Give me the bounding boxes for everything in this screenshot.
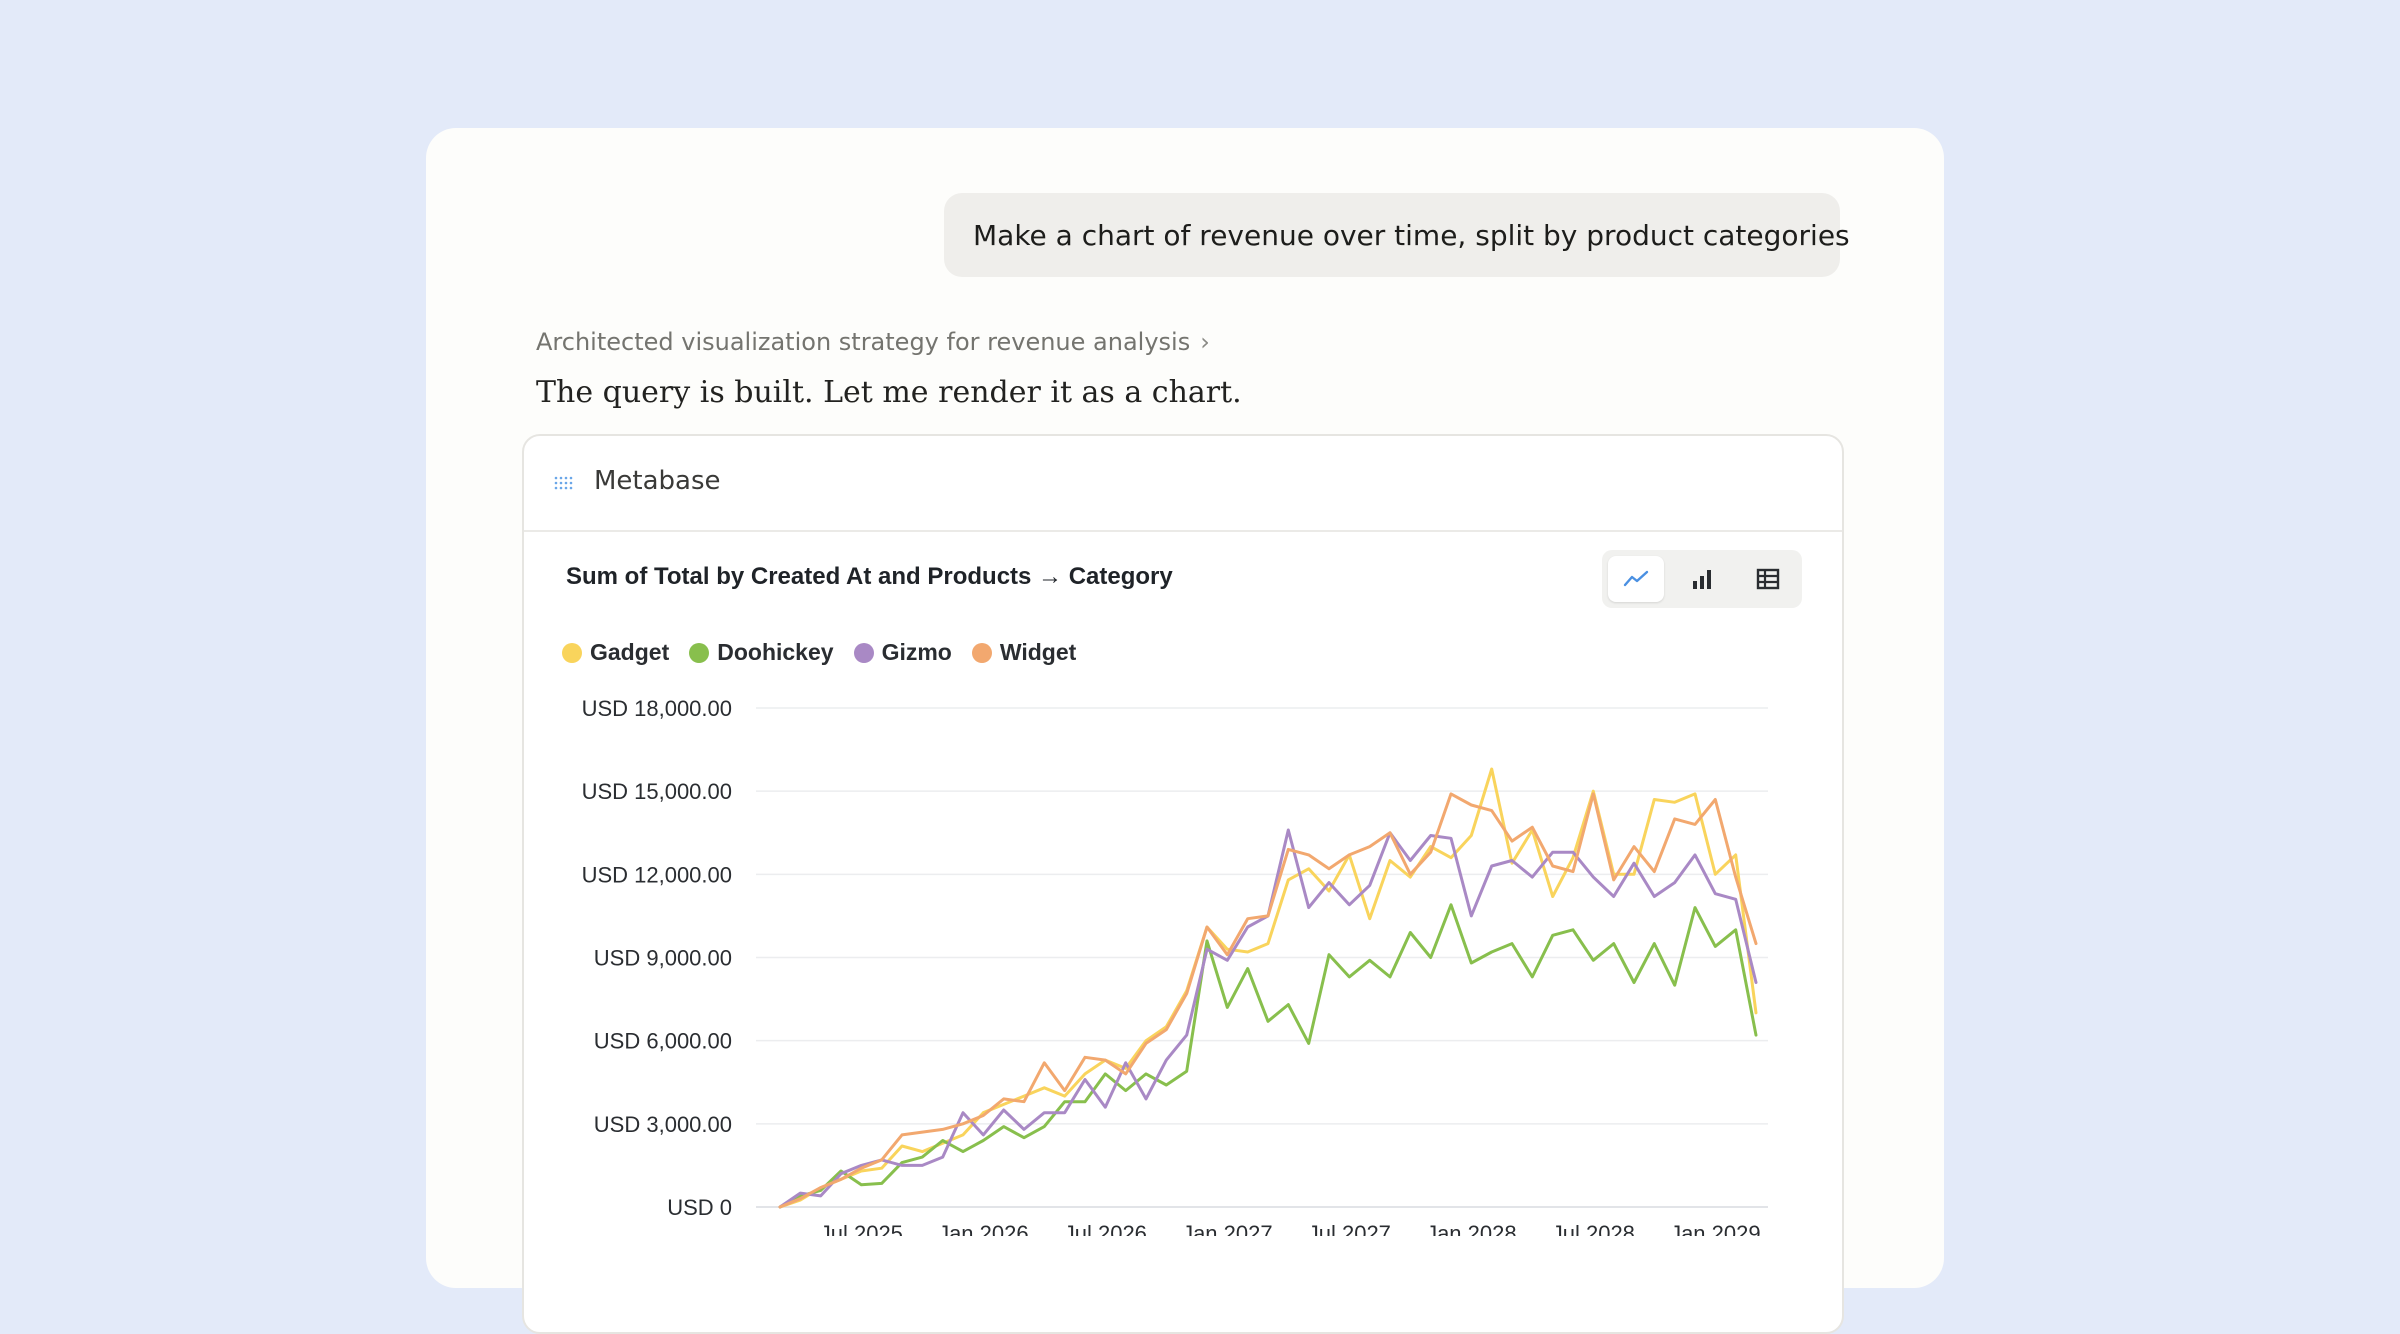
y-tick-label: USD 9,000.00 — [594, 946, 732, 971]
series-line-gadget — [778, 767, 1758, 1209]
assistant-reply: The query is built. Let me render it as … — [536, 375, 1242, 410]
x-tick-label: Jan 2026 — [938, 1221, 1029, 1236]
y-tick-label: USD 3,000.00 — [594, 1112, 732, 1137]
thinking-label: Architected visualization strategy for r… — [536, 328, 1191, 356]
series-line-doohickey — [778, 903, 1758, 1209]
x-tick-label: Jul 2028 — [1552, 1221, 1635, 1236]
user-message-text: Make a chart of revenue over time, split… — [973, 218, 1850, 252]
y-tick-label: USD 18,000.00 — [582, 696, 732, 721]
y-tick-label: USD 15,000.00 — [582, 779, 732, 804]
y-tick-label: USD 12,000.00 — [582, 862, 732, 887]
user-message-bubble: Make a chart of revenue over time, split… — [944, 193, 1850, 277]
x-tick-label: Jul 2026 — [1064, 1221, 1147, 1236]
x-tick-label: Jan 2029 — [1670, 1221, 1761, 1236]
y-tick-label: USD 6,000.00 — [594, 1029, 732, 1054]
thinking-summary[interactable]: Architected visualization strategy for r… — [536, 322, 1210, 362]
x-tick-label: Jan 2027 — [1182, 1221, 1273, 1236]
metabase-card: Metabase Sum of Total by Created At and … — [522, 434, 1844, 1334]
y-tick-label: USD 0 — [667, 1195, 732, 1220]
chevron-right-icon: › — [1200, 328, 1210, 356]
x-tick-label: Jan 2028 — [1426, 1221, 1517, 1236]
line-chart: USD 0 USD 3,000.00 USD 6,000.00 USD 9,000.0… — [582, 696, 1768, 1236]
x-tick-label: Jul 2027 — [1308, 1221, 1391, 1236]
x-tick-label: Jul 2025 — [820, 1221, 903, 1236]
